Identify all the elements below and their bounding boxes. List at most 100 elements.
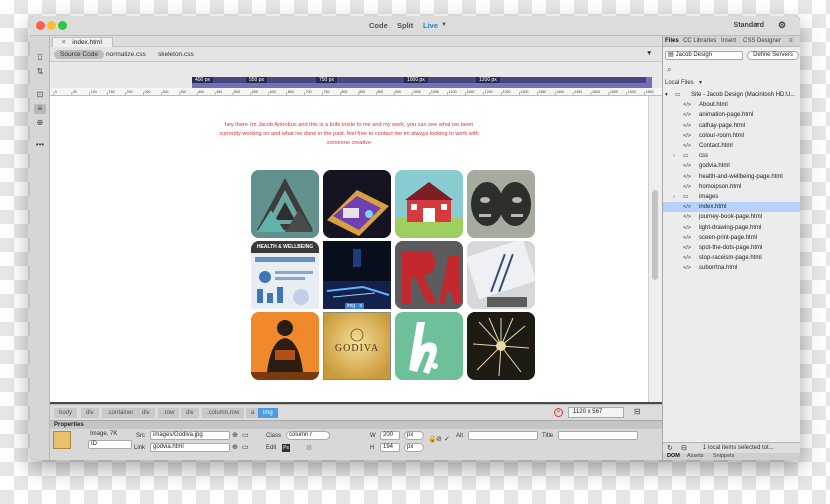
code-view-button[interactable]: Code [369,21,388,30]
file-item[interactable]: </> suborrtna.html [663,263,800,273]
checkmark-icon[interactable]: ✓ [444,435,450,443]
sort-arrow-icon[interactable]: ▾ [699,79,702,86]
link-field[interactable]: godvia.html [150,443,230,452]
tab-assets[interactable]: Assets [687,453,704,459]
source-code-button[interactable]: Source Code [54,50,104,59]
gear-icon[interactable]: ⚙ [778,20,786,31]
window-size-select[interactable]: 1120 x 567 [568,407,624,418]
document-tab[interactable]: ✕ index.html [52,37,113,47]
file-icon[interactable]: ▯ [34,52,46,62]
media-query-550[interactable]: 550 px [246,77,268,83]
folder-item[interactable]: › ▭ images [663,192,800,202]
point-to-file-icon[interactable]: ⊕ [232,443,238,451]
photoshop-icon[interactable]: Ps [282,444,290,452]
chevron-down-icon[interactable]: ▾ [755,21,758,28]
close-window-button[interactable] [36,21,45,30]
height-unit-select[interactable]: px [404,443,424,452]
portfolio-tile-reading-figure[interactable] [251,312,319,380]
site-select[interactable]: ▤ Jacob Design [665,51,743,60]
title-field[interactable] [558,431,638,440]
tab-files[interactable]: Files [665,38,679,44]
media-query-1200[interactable]: 1200 px [476,77,500,83]
portfolio-tile-godiva-logo[interactable]: GODIVA [323,312,391,380]
tag-img[interactable]: img [258,408,278,418]
portfolio-tile-light-drawing[interactable]: img ≡ [323,241,391,309]
folder-icon[interactable]: ▭ [242,443,249,451]
portfolio-tile-book-photo[interactable] [323,170,391,238]
format-source-icon[interactable]: ≡ [34,104,46,114]
error-icon[interactable]: ✕ [554,408,563,417]
portfolio-tile-screen-print[interactable] [467,241,535,309]
width-unit-select[interactable]: px [404,431,424,440]
file-item[interactable]: </> About.html [663,100,800,110]
tag-column-row[interactable]: .column.row [202,408,245,418]
src-field[interactable]: images/Godiva.jpg [150,431,230,440]
id-field[interactable]: ID [88,440,132,449]
target-icon[interactable]: ⊕ [34,118,46,128]
vertical-scrollbar[interactable] [648,96,662,402]
file-item[interactable]: </> homoipson.html [663,182,800,192]
point-to-file-icon[interactable]: ⊕ [232,431,238,439]
tag-container[interactable]: .container [102,408,139,418]
file-item[interactable]: </> spot-the-dots-page.html [663,243,800,253]
tag-row[interactable]: .row [158,408,180,418]
file-item[interactable]: </> journey-book-page.html [663,212,800,222]
portfolio-tile-health-wellbeing-poster[interactable]: HEALTH & WELLBEING [251,241,319,309]
portfolio-tile-faces-print[interactable] [467,170,535,238]
portfolio-tile-dandelion-print[interactable] [467,312,535,380]
scroll-thumb[interactable] [652,190,658,280]
arrows-icon[interactable]: ⇅ [34,67,46,77]
workspace-switcher[interactable]: Standard [734,22,764,29]
media-query-400[interactable]: 400 px [192,77,214,83]
close-icon[interactable]: ✕ [61,39,66,46]
alt-field[interactable] [468,431,538,440]
chevron-down-icon[interactable]: ▾ [665,90,668,100]
portfolio-tile-triangle-art[interactable] [251,170,319,238]
folder-item[interactable]: › ▭ css [663,151,800,161]
height-field[interactable]: 194 [380,443,400,452]
refresh-icon[interactable]: ↻ [667,444,673,452]
portfolio-tile-green-h-logo[interactable] [395,312,463,380]
file-item[interactable]: </> cathay-page.html [663,121,800,131]
class-select[interactable]: column r [286,431,330,440]
live-view-button[interactable]: Live [423,21,438,30]
tab-snippets[interactable]: Snippets [713,453,734,459]
file-item[interactable]: </> colour-room.html [663,131,800,141]
file-item[interactable]: </> sceen-print-page.html [663,233,800,243]
tab-cc-libraries[interactable]: CC Libraries [683,38,716,44]
search-icon[interactable]: ⌕ [667,65,671,75]
tab-dom[interactable]: DOM [667,453,680,459]
related-file-skeleton[interactable]: skeleton.css [158,50,194,59]
tab-insert[interactable]: Insert [721,38,736,44]
minimize-window-button[interactable] [47,21,56,30]
file-item[interactable]: </> light-drawing-page.html [663,223,800,233]
tab-css-designer[interactable]: CSS Designer [743,38,781,44]
chevron-down-icon[interactable]: ▼ [441,22,447,28]
file-item[interactable]: </> index.html [663,202,800,213]
tag-div[interactable]: div [81,408,99,418]
portfolio-tile-barn-illustration[interactable] [395,170,463,238]
define-servers-button[interactable]: Define Servers [747,51,799,60]
edit-settings-icon[interactable]: ⚙ [306,444,312,452]
inspect-icon[interactable]: ⊡ [34,90,46,100]
media-query-750[interactable]: 750 px [316,77,338,83]
reset-size-icon[interactable]: ⊘ [436,435,442,443]
tag-div[interactable]: div [137,408,155,418]
file-item[interactable]: </> stop-raceism-page.html [663,253,800,263]
file-item[interactable]: </> health-and-wellbeing-page.html [663,172,800,182]
img-tag-badge[interactable]: img ≡ [345,303,365,309]
file-item[interactable]: </> Contact.html [663,141,800,151]
chevron-right-icon[interactable]: › [673,151,675,161]
chevron-right-icon[interactable]: › [673,192,675,202]
preview-icon[interactable]: ⊟ [634,407,641,416]
related-file-normalize[interactable]: normalize.css [106,50,146,59]
file-item[interactable]: </> godvia.html [663,161,800,171]
filter-icon[interactable]: ▼ [646,49,652,58]
file-item[interactable]: </> animation-page.html [663,110,800,120]
folder-icon[interactable]: ▭ [242,431,249,439]
media-query-1000[interactable]: 1000 px [404,77,428,83]
tag-div[interactable]: div [181,408,199,418]
tag-body[interactable]: body [54,408,78,418]
log-icon[interactable]: ⊟ [681,444,687,452]
panel-menu-icon[interactable]: ≡ [789,38,793,44]
